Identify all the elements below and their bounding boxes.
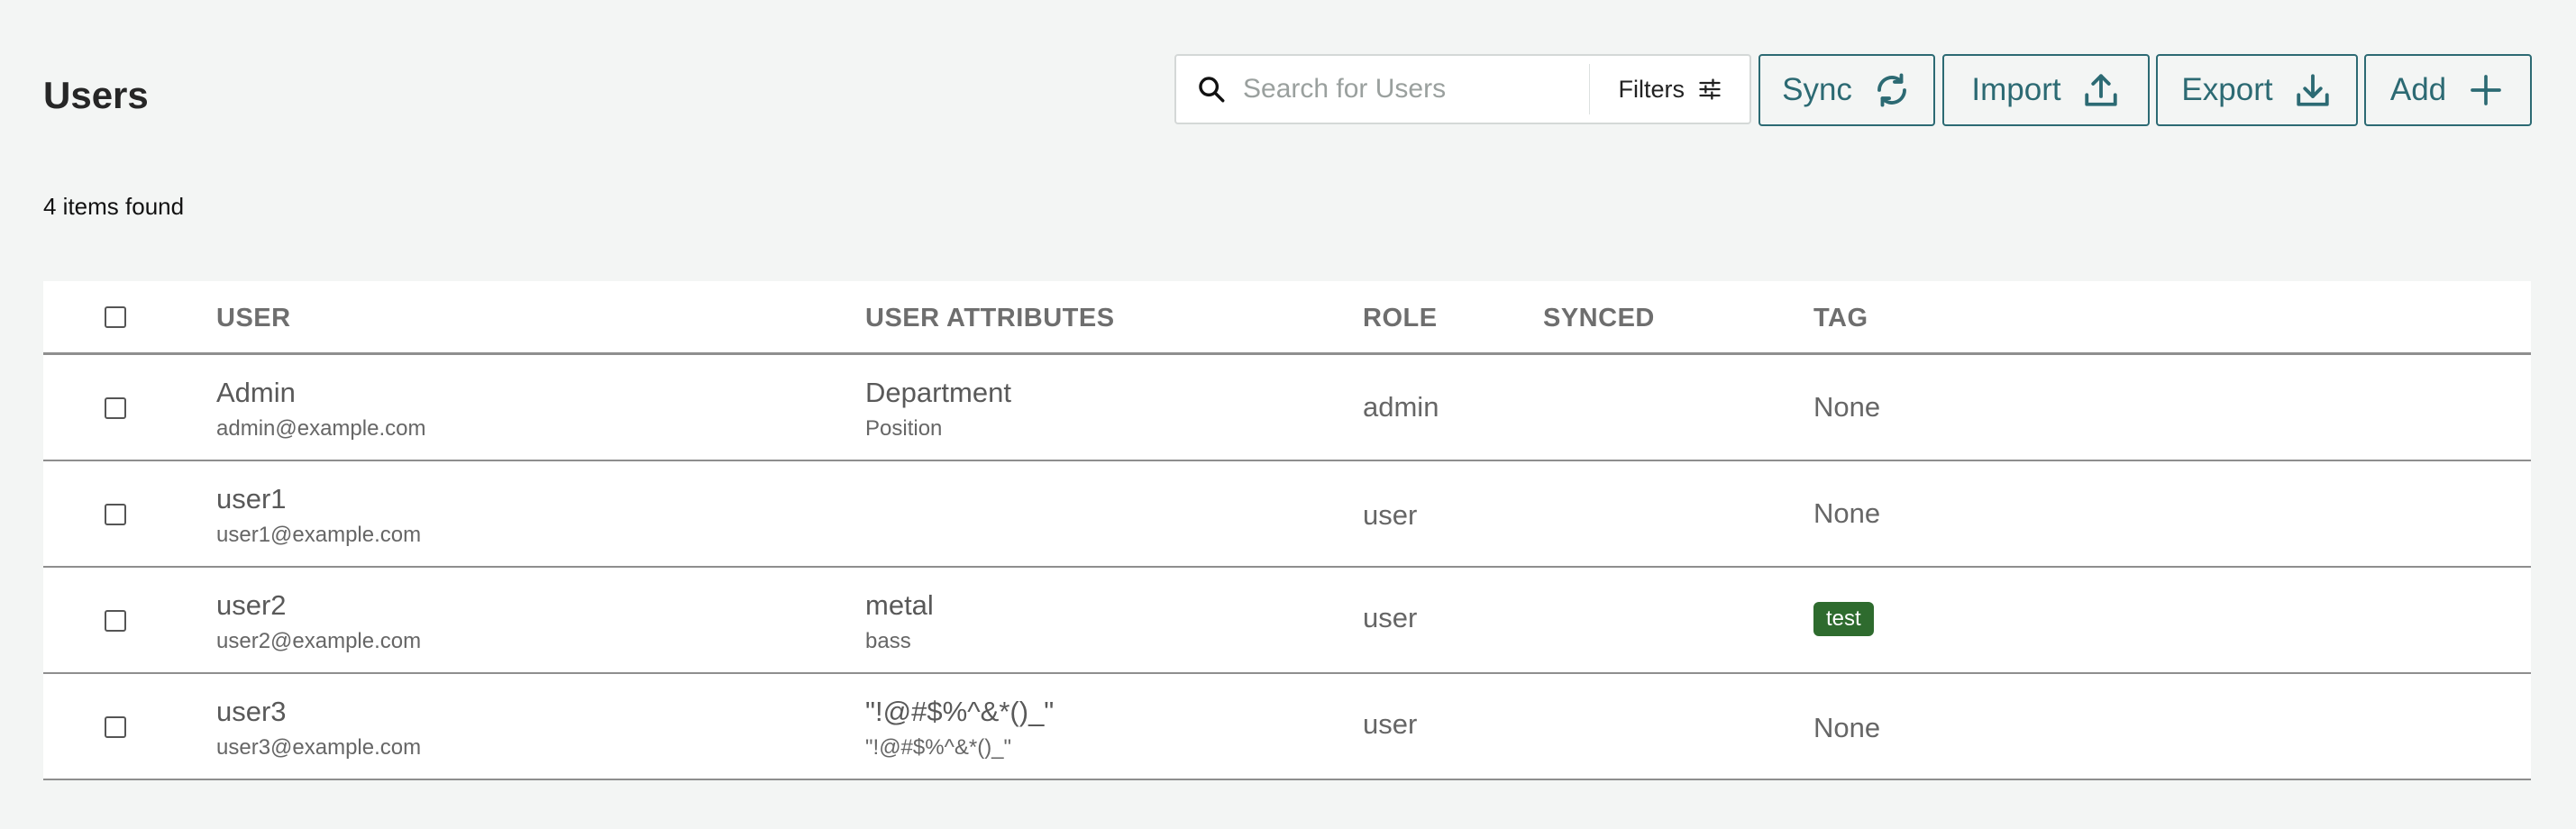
user-email: user3@example.com	[216, 735, 422, 760]
user-attribute-primary: metal	[865, 589, 934, 621]
user-attribute-secondary: "!@#$%^&*()_"	[865, 735, 1012, 760]
search-box: Filters	[1174, 54, 1751, 124]
user-email: user1@example.com	[216, 523, 422, 547]
column-header-user[interactable]: USER	[216, 281, 291, 355]
user-tag: None	[1813, 497, 1881, 529]
user-name[interactable]: user2	[216, 589, 287, 622]
toolbar: Filters	[1174, 54, 1751, 126]
user-role: user	[1363, 708, 1418, 740]
user-name[interactable]: user1	[216, 483, 287, 515]
column-header-tag[interactable]: TAG	[1813, 281, 1868, 355]
table-row[interactable]: Admin admin@example.com Department Posit…	[43, 355, 2531, 461]
table-row[interactable]: user3 user3@example.com "!@#$%^&*()_" "!…	[43, 674, 2531, 780]
user-role: user	[1363, 499, 1418, 531]
sync-label: Sync	[1782, 72, 1852, 107]
download-icon	[2293, 70, 2333, 110]
user-name[interactable]: Admin	[216, 377, 296, 409]
user-role: admin	[1363, 391, 1439, 423]
row-checkbox[interactable]	[105, 610, 126, 632]
sync-icon	[1872, 70, 1912, 110]
add-label: Add	[2389, 72, 2447, 107]
column-header-role[interactable]: ROLE	[1363, 281, 1438, 355]
table-row[interactable]: user1 user1@example.com user None	[43, 461, 2531, 568]
user-tag: None	[1813, 712, 1881, 743]
users-page: Users 4 items found Filters	[0, 0, 2576, 829]
select-all-checkbox[interactable]	[105, 306, 126, 328]
row-checkbox[interactable]	[105, 397, 126, 419]
filters-label: Filters	[1618, 75, 1685, 103]
user-attribute-secondary: Position	[865, 416, 943, 441]
import-button[interactable]: Import	[1942, 54, 2150, 126]
user-attribute-primary: Department	[865, 377, 1011, 408]
user-role: user	[1363, 602, 1418, 633]
plus-icon	[2466, 70, 2506, 110]
column-header-synced[interactable]: SYNCED	[1543, 281, 1655, 355]
export-button[interactable]: Export	[2156, 54, 2358, 126]
tag-badge: test	[1813, 602, 1874, 636]
user-attribute-secondary: bass	[865, 629, 911, 653]
user-email: admin@example.com	[216, 416, 426, 441]
export-label: Export	[2181, 72, 2273, 107]
import-label: Import	[1971, 72, 2061, 107]
add-button[interactable]: Add	[2364, 54, 2532, 126]
search-icon	[1196, 73, 1227, 105]
user-email: user2@example.com	[216, 629, 422, 653]
row-checkbox[interactable]	[105, 504, 126, 525]
search-input[interactable]	[1243, 62, 1585, 116]
user-name[interactable]: user3	[216, 696, 287, 728]
users-table: USER USER ATTRIBUTES ROLE SYNCED TAG Adm…	[43, 281, 2531, 780]
column-header-user-attributes[interactable]: USER ATTRIBUTES	[865, 281, 1115, 355]
page-title: Users	[43, 74, 149, 116]
items-count: 4 items found	[43, 193, 185, 220]
sliders-icon	[1697, 76, 1724, 103]
filters-button[interactable]: Filters	[1590, 56, 1750, 123]
user-attribute-primary: "!@#$%^&*()_"	[865, 696, 1055, 727]
row-checkbox[interactable]	[105, 716, 126, 738]
table-row[interactable]: user2 user2@example.com metal bass user …	[43, 568, 2531, 674]
table-header: USER USER ATTRIBUTES ROLE SYNCED TAG	[43, 281, 2531, 355]
upload-icon	[2081, 70, 2121, 110]
sync-button[interactable]: Sync	[1758, 54, 1935, 126]
user-tag: None	[1813, 391, 1881, 423]
